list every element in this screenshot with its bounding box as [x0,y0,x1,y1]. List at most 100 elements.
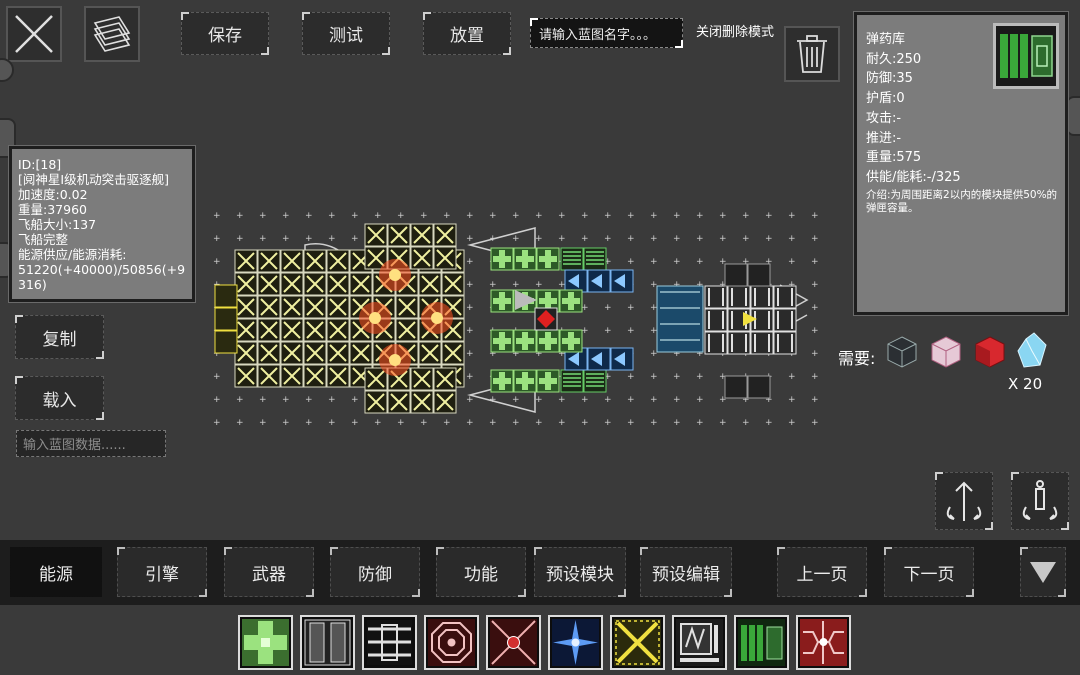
svg-text:+: + [719,211,727,221]
next-page-button[interactable]: 下一页 [884,547,974,597]
svg-text:+: + [811,326,819,336]
layers-icon [93,16,131,52]
svg-text:+: + [328,395,336,405]
prev-page-button[interactable]: 上一页 [777,547,867,597]
palette-slot-rail[interactable] [362,615,417,670]
svg-text:+: + [650,326,658,336]
svg-text:+: + [558,280,566,290]
svg-text:+: + [650,303,658,313]
svg-text:+: + [282,211,290,221]
svg-text:+: + [466,349,474,359]
rotate-button[interactable] [935,472,993,530]
svg-text:+: + [811,372,819,382]
svg-text:+: + [604,234,612,244]
armor-plate-icon [304,619,351,666]
svg-text:+: + [811,280,819,290]
collapse-button[interactable] [1020,547,1066,597]
svg-text:+: + [328,234,336,244]
svg-text:+: + [788,257,796,267]
palette-slot-blue-star[interactable] [548,615,603,670]
svg-text:+: + [351,234,359,244]
svg-text:+: + [696,372,704,382]
blueprint-data-input[interactable]: 输入蓝图数据...... [16,430,166,457]
module-attack: 攻击:- [866,110,902,126]
blueprint-name-input[interactable]: 请输入蓝图名字。。。 [530,18,683,48]
svg-text:+: + [420,418,428,428]
ship-blueprint-canvas[interactable]: + + + + + + + + + + + + + + + + + + + + + + + + + + + + + + + + + + + + + + + +… [195,200,835,440]
close-icon [15,15,53,53]
svg-text:+: + [765,234,773,244]
svg-text:+: + [374,211,382,221]
svg-text:+: + [443,211,451,221]
svg-text:+: + [512,234,520,244]
module-thrust: 推进:- [866,130,902,146]
svg-text:+: + [558,395,566,405]
trash-icon [797,35,827,73]
palette-slot-armor-plate[interactable] [300,615,355,670]
svg-text:+: + [673,372,681,382]
svg-text:+: + [236,418,244,428]
copy-button[interactable]: 复制 [15,315,104,359]
svg-text:+: + [420,211,428,221]
layers-icon-button[interactable] [84,6,140,62]
svg-text:+: + [719,418,727,428]
svg-text:+: + [788,395,796,405]
tab-function[interactable]: 功能 [436,547,526,597]
svg-text:+: + [627,418,635,428]
side-menu-icon[interactable] [1066,96,1080,136]
tab-preset-edit[interactable]: 预设编辑 [640,547,732,597]
place-button[interactable]: 放置 [423,12,511,55]
svg-text:+: + [305,234,313,244]
svg-text:+: + [673,395,681,405]
svg-text:+: + [811,257,819,267]
tab-preset-modules[interactable]: 预设模块 [534,547,626,597]
svg-text:+: + [604,303,612,313]
palette-slot-red-star[interactable] [486,615,541,670]
delete-mode-label[interactable]: 关闭删除模式 [696,21,774,40]
red-star-module-icon [490,619,537,666]
tab-energy[interactable]: 能源 [10,547,102,597]
svg-text:+: + [581,211,589,221]
palette-slot-yellow-x[interactable] [610,615,665,670]
palette-slot-console[interactable] [672,615,727,670]
svg-text:+: + [650,211,658,221]
svg-text:+: + [535,280,543,290]
save-button[interactable]: 保存 [181,12,269,55]
tab-engine[interactable]: 引擎 [117,547,207,597]
load-button[interactable]: 载入 [15,376,104,420]
crystal-icon [1017,332,1047,368]
ammo-depot-module-icon [738,619,785,666]
svg-text:+: + [650,418,658,428]
test-button[interactable]: 测试 [302,12,390,55]
palette-slot-octagon[interactable] [424,615,479,670]
svg-text:+: + [282,395,290,405]
svg-text:+: + [489,280,497,290]
palette-slot-green-cross[interactable] [238,615,293,670]
svg-text:+: + [512,395,520,405]
module-palette [0,605,1080,675]
trash-icon-button[interactable] [784,26,840,82]
close-icon-button[interactable] [6,6,62,62]
svg-text:+: + [259,211,267,221]
ammo-depot-icon [993,23,1059,89]
svg-text:+: + [650,280,658,290]
svg-text:+: + [512,280,520,290]
svg-text:+: + [466,395,474,405]
tab-defense[interactable]: 防御 [330,547,420,597]
svg-text:+: + [466,280,474,290]
svg-text:+: + [282,418,290,428]
svg-text:+: + [443,418,451,428]
svg-text:+: + [305,211,313,221]
svg-text:+: + [259,418,267,428]
svg-text:+: + [213,234,221,244]
palette-slot-ammo-depot[interactable] [734,615,789,670]
svg-text:+: + [558,418,566,428]
svg-text:+: + [512,211,520,221]
palette-slot-red-circuit[interactable] [796,615,851,670]
svg-text:+: + [673,211,681,221]
svg-text:+: + [650,257,658,267]
flip-button[interactable] [1011,472,1069,530]
svg-text:+: + [765,211,773,221]
tab-weapon[interactable]: 武器 [224,547,314,597]
green-cross-module-icon [242,619,289,666]
